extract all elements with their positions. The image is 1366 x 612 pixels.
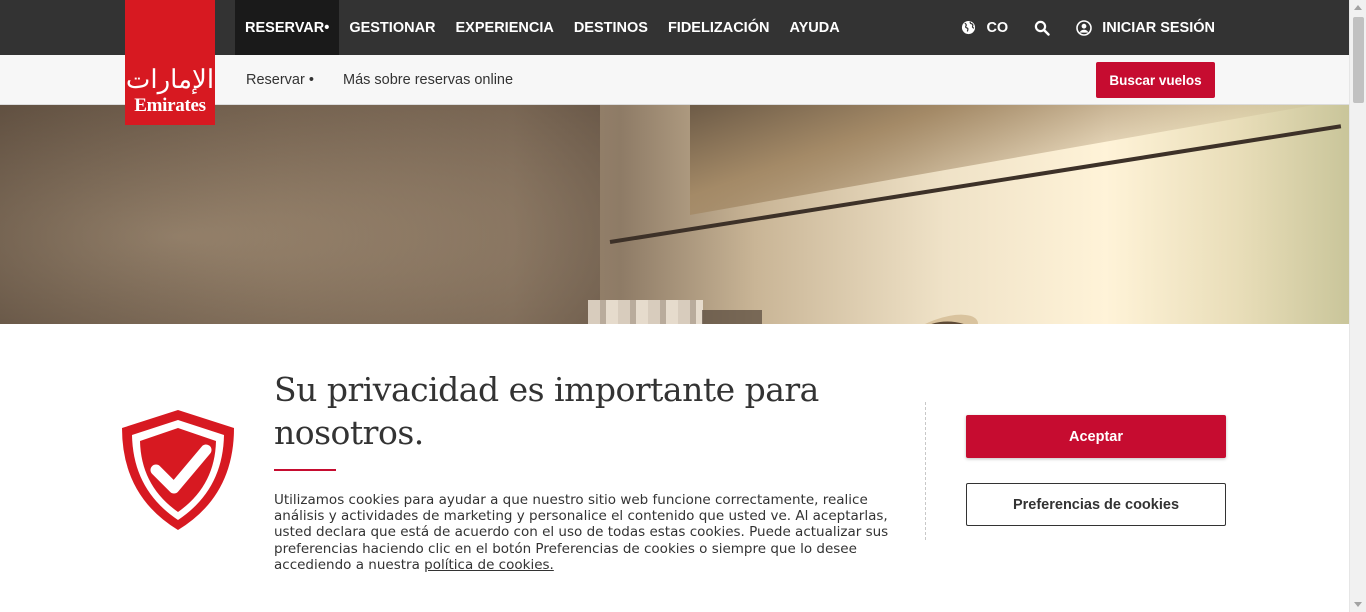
search-flights-button[interactable]: Buscar vuelos: [1096, 62, 1215, 98]
login-button[interactable]: INICIAR SESIÓN: [1076, 20, 1215, 36]
scrollbar-thumb[interactable]: [1353, 17, 1364, 103]
nav-item-gestionar[interactable]: GESTIONAR: [339, 0, 445, 55]
hero-traveler: [902, 314, 978, 324]
logo-wordmark: Emirates: [134, 95, 206, 116]
nav-item-label: GESTIONAR: [349, 19, 436, 36]
cookie-preferences-button[interactable]: Preferencias de cookies: [966, 483, 1226, 526]
title-underline: [274, 469, 336, 471]
hero-image: [0, 105, 1349, 324]
accept-cookies-button[interactable]: Aceptar: [966, 415, 1226, 458]
login-label: INICIAR SESIÓN: [1102, 19, 1215, 36]
cookie-body-text: Utilizamos cookies para ayudar a que nue…: [274, 492, 889, 573]
search-icon: [1034, 20, 1050, 36]
subnav-item-label: Reservar •: [246, 72, 314, 88]
active-marker: •: [324, 19, 330, 36]
shield-check-icon: [122, 410, 234, 530]
cookie-title: Su privacidad es importante para nosotro…: [274, 370, 819, 452]
hero-curtain: [588, 300, 703, 324]
nav-item-fidelizacion[interactable]: FIDELIZACIÓN: [658, 0, 780, 55]
nav-item-label: FIDELIZACIÓN: [667, 19, 770, 36]
nav-item-experiencia[interactable]: EXPERIENCIA: [446, 0, 564, 55]
subnav-item-mas-sobre-reservas[interactable]: Más sobre reservas online: [343, 55, 513, 105]
nav-item-destinos[interactable]: DESTINOS: [564, 0, 658, 55]
globe-icon: [961, 20, 976, 35]
nav-item-label: EXPERIENCIA: [455, 19, 554, 36]
search-button[interactable]: [1034, 20, 1050, 36]
cookie-policy-link[interactable]: política de cookies.: [424, 557, 554, 573]
hero-wall: [0, 105, 600, 324]
page-scrollbar[interactable]: [1349, 0, 1366, 612]
logo-arabic-calligraphy: ﺍﻹﻣﺎﺭﺍﺕ: [125, 65, 215, 95]
divider: [925, 402, 926, 540]
cookie-consent-banner: Su privacidad es importante para nosotro…: [0, 324, 1349, 612]
nav-item-label: AYUDA: [789, 19, 840, 36]
country-selector[interactable]: CO: [961, 20, 1008, 36]
user-icon: [1076, 19, 1093, 36]
hero-window-pane: [702, 310, 762, 324]
nav-item-ayuda[interactable]: AYUDA: [779, 0, 849, 55]
hero-window-frame: [690, 105, 1349, 215]
main-nav: RESERVAR • GESTIONAR EXPERIENCIA DESTINOS…: [235, 0, 850, 55]
scroll-up-arrow-icon[interactable]: [1354, 5, 1362, 10]
subnav-item-reservar[interactable]: Reservar •: [246, 55, 314, 105]
emirates-logo[interactable]: ﺍﻹﻣﺎﺭﺍﺕ Emirates: [125, 0, 215, 125]
cookie-description: Utilizamos cookies para ayudar a que nue…: [274, 492, 889, 573]
nav-utilities: CO INICIAR SESIÓN: [961, 0, 1215, 55]
country-code: CO: [986, 19, 1009, 36]
nav-item-reservar[interactable]: RESERVAR •: [235, 0, 340, 55]
nav-item-label: RESERVAR: [245, 19, 325, 36]
scroll-down-arrow-icon[interactable]: [1354, 602, 1362, 607]
subnav-item-label: Más sobre reservas online: [343, 72, 514, 88]
nav-item-label: DESTINOS: [573, 19, 648, 36]
